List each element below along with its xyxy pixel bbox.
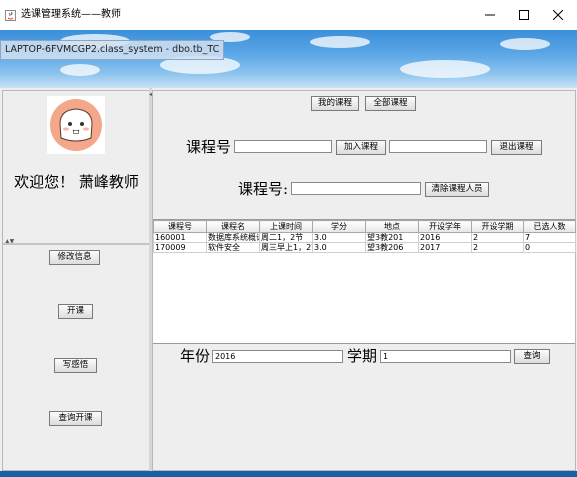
cloud-decoration <box>310 36 370 48</box>
table-cell[interactable]: 数据库系统概论 <box>206 232 260 243</box>
minimize-button[interactable] <box>473 0 507 30</box>
welcome-message: 欢迎您！ 萧峰教师 <box>14 173 139 191</box>
table-cell[interactable]: 3.0 <box>312 232 366 243</box>
course-no-input-2[interactable] <box>291 182 421 195</box>
drop-course-input[interactable] <box>389 140 487 153</box>
tab-my-courses[interactable]: 我的课程 <box>311 96 359 111</box>
column-header[interactable]: 学分 <box>312 220 366 233</box>
course-no-label-2: 课程号: <box>238 180 289 198</box>
column-header[interactable]: 开设学期 <box>471 220 524 233</box>
cloud-decoration <box>400 60 490 78</box>
avatar-image <box>47 96 105 154</box>
course-no-label: 课程号 <box>186 138 232 156</box>
table-cell[interactable]: 2 <box>471 242 524 253</box>
term-label: 学期 <box>347 347 378 365</box>
drop-course-button[interactable]: 退出课程 <box>491 140 542 155</box>
column-header[interactable]: 课程名 <box>206 220 260 233</box>
table-row[interactable]: 160001 数据库系统概论 周二1，2节 3.0 望3教201 2016 2 … <box>153 232 576 243</box>
table-cell[interactable]: 3.0 <box>312 242 366 253</box>
header-banner: LAPTOP-6FVMCGP2.class_system - dbo.tb_TC <box>0 30 577 88</box>
table-cell[interactable]: 160001 <box>153 232 207 243</box>
year-label: 年份 <box>180 347 211 365</box>
course-no-input[interactable] <box>234 140 332 153</box>
term-input[interactable]: 1 <box>380 350 511 363</box>
close-icon <box>553 10 563 20</box>
close-button[interactable] <box>541 0 575 30</box>
clear-enrollees-button[interactable]: 清除课程人员 <box>425 182 489 197</box>
query-courses-button[interactable]: 查询开课 <box>49 411 102 426</box>
table-cell[interactable]: 望3教206 <box>365 242 419 253</box>
tab-all-courses[interactable]: 全部课程 <box>365 96 416 111</box>
edit-info-button[interactable]: 修改信息 <box>49 250 100 265</box>
title-bar[interactable]: 选课管理系统——教师 <box>0 0 577 30</box>
table-cell[interactable]: 周三早上1，2节 <box>259 242 313 253</box>
table-cell[interactable]: 7 <box>523 232 576 243</box>
open-course-button[interactable]: 开课 <box>58 304 93 319</box>
main-panel: 我的课程 全部课程 课程号 加入课程 退出课程 课程号: 清除课程人员 课程号 … <box>152 90 576 471</box>
table-row[interactable]: 170009 软件安全 周三早上1，2节 3.0 望3教206 2017 2 0 <box>153 242 576 253</box>
column-header[interactable]: 课程号 <box>153 220 207 233</box>
taskbar-edge <box>0 471 577 477</box>
query-button[interactable]: 查询 <box>514 349 550 364</box>
maximize-button[interactable] <box>507 0 541 30</box>
column-header[interactable]: 开设学年 <box>418 220 472 233</box>
app-window: 选课管理系统——教师 LAPTOP-6FVMCGP2.class_system … <box>0 0 577 477</box>
course-table: 课程号 课程名 上课时间 学分 地点 开设学年 开设学期 已选人数 160001… <box>153 220 576 253</box>
minimize-icon <box>485 14 495 16</box>
table-cell[interactable]: 2 <box>471 232 524 243</box>
cloud-decoration <box>60 64 100 76</box>
column-header[interactable]: 上课时间 <box>259 220 313 233</box>
column-header[interactable]: 已选人数 <box>523 220 576 233</box>
java-app-icon <box>5 10 16 21</box>
table-cell[interactable]: 2016 <box>418 232 472 243</box>
year-input[interactable]: 2016 <box>212 350 343 363</box>
sidebar: 欢迎您！ 萧峰教师 ▲▼ 修改信息 开课 写感悟 查询开课 <box>2 90 151 471</box>
maximize-icon <box>519 10 529 20</box>
table-cell[interactable]: 周二1，2节 <box>259 232 313 243</box>
sidebar-divider[interactable] <box>3 243 150 245</box>
course-table-scrollpane[interactable]: 课程号 课程名 上课时间 学分 地点 开设学年 开设学期 已选人数 160001… <box>153 219 576 344</box>
table-cell[interactable]: 170009 <box>153 242 207 253</box>
table-cell[interactable]: 望3教201 <box>365 232 419 243</box>
table-cell[interactable]: 2017 <box>418 242 472 253</box>
column-header[interactable]: 地点 <box>365 220 419 233</box>
table-header-row: 课程号 课程名 上课时间 学分 地点 开设学年 开设学期 已选人数 <box>153 220 576 233</box>
database-connection-label: LAPTOP-6FVMCGP2.class_system - dbo.tb_TC <box>0 40 225 60</box>
cloud-decoration <box>500 38 550 50</box>
window-title: 选课管理系统——教师 <box>21 9 121 20</box>
table-cell[interactable]: 软件安全 <box>206 242 260 253</box>
table-cell[interactable]: 0 <box>523 242 576 253</box>
join-course-button[interactable]: 加入课程 <box>336 140 386 155</box>
write-reflection-button[interactable]: 写感悟 <box>54 358 97 373</box>
